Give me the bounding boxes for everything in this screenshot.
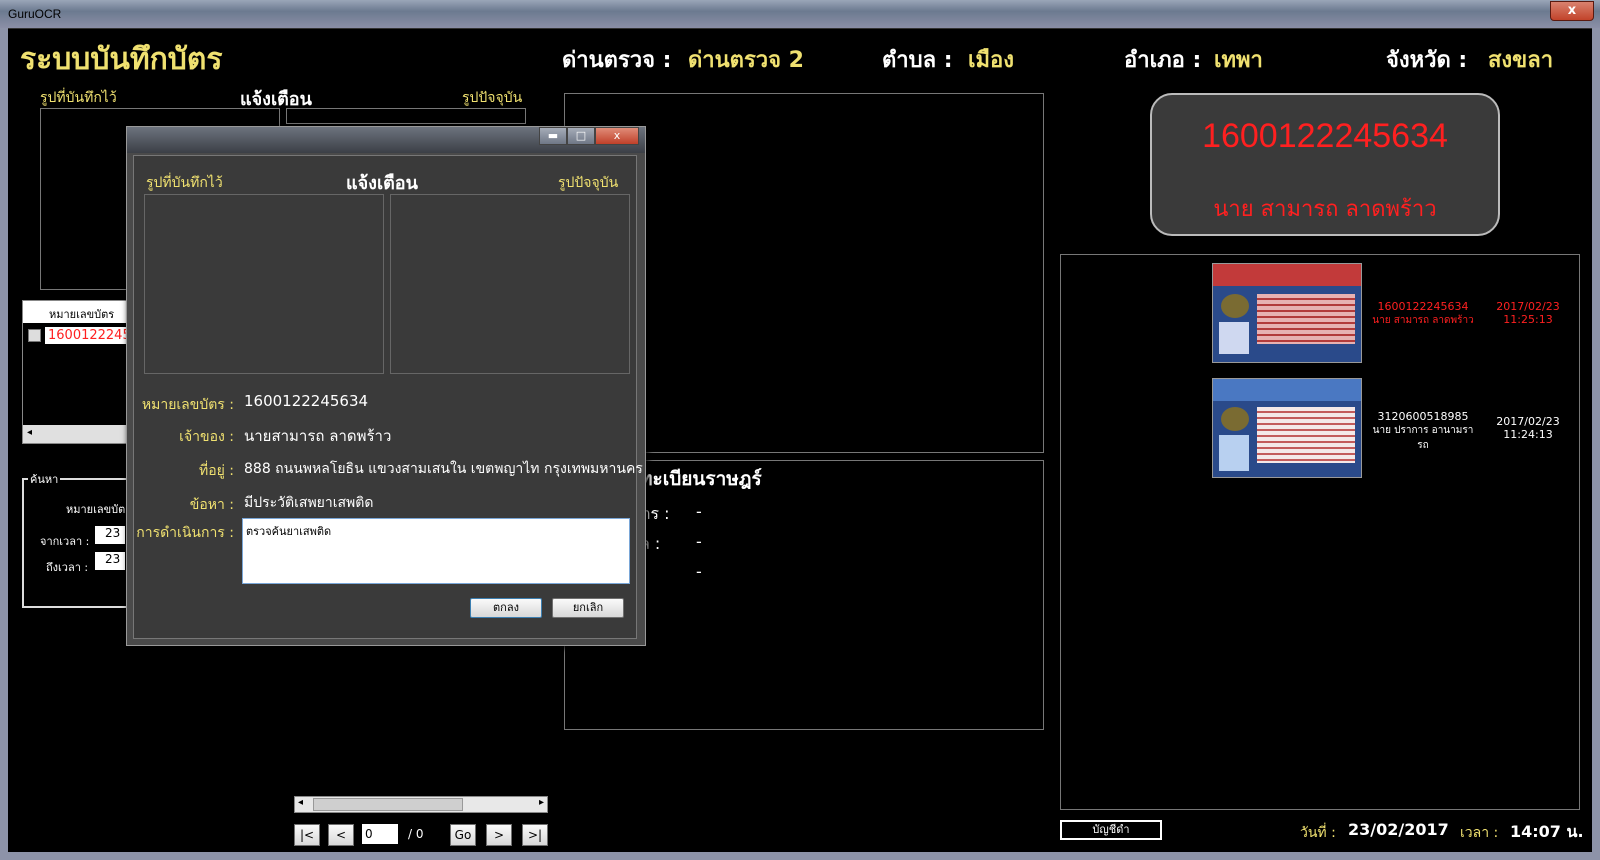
owner-value: นายสามารถ ลาดพร้าว: [244, 427, 392, 445]
page-total: / 0: [408, 827, 424, 841]
pager-hscrollbar[interactable]: ◂ ▸: [294, 796, 548, 813]
record-2-datetime: 2017/02/23 11:24:13: [1492, 415, 1564, 441]
card-no-label: หมายเลขบัตร :: [141, 397, 234, 413]
province-label: จังหวัด :: [1386, 48, 1468, 73]
address-value: 888 ถนนพหลโยธิน แขวงสามเสนใน เขตพญาไท กร…: [244, 461, 643, 477]
dialog-maximize-button[interactable]: □: [567, 127, 595, 145]
record-1-time: 11:25:13: [1503, 313, 1553, 326]
time-label: เวลา :: [1460, 825, 1499, 841]
dialog-title: แจ้งเตือน: [346, 173, 418, 194]
last-page-button[interactable]: >|: [522, 824, 548, 846]
prev-page-button[interactable]: <: [328, 824, 354, 846]
record-1-text: 1600122245634 นาย สามารถ ลาดพร้าว: [1358, 300, 1488, 328]
blacklist-button[interactable]: บัญชีดำ: [1060, 820, 1162, 840]
record-2-name-cont: รถ: [1417, 440, 1429, 451]
to-time-input[interactable]: 23: [95, 552, 125, 570]
window-title: GuruOCR: [8, 7, 62, 21]
dialog-titlebar: ▬ □ x: [127, 127, 645, 153]
dialog-minimize-button[interactable]: ▬: [539, 127, 567, 145]
search-group-label: ค้นหา: [28, 470, 61, 488]
scroll-right-icon[interactable]: ▸: [539, 797, 544, 808]
registry-title: ทะเบียนราษฎร์: [640, 468, 762, 490]
ok-button[interactable]: ตกลง: [470, 598, 542, 618]
date-label: วันที่ :: [1300, 825, 1336, 841]
record-2-name: นาย ปราการ อานามรา: [1372, 425, 1474, 436]
record-card-image[interactable]: [1212, 263, 1362, 363]
first-page-button[interactable]: |<: [294, 824, 320, 846]
scroll-left-icon[interactable]: ◂: [27, 427, 32, 438]
window-titlebar: GuruOCR x: [0, 0, 1600, 29]
scan-result-box: 1600122245634 นาย สามารถ ลาดพร้าว: [1150, 93, 1500, 236]
go-button[interactable]: Go: [450, 824, 476, 846]
dialog-current-photo: [390, 194, 630, 374]
card-no-value: 1600122245634: [244, 392, 369, 410]
window-close-button[interactable]: x: [1550, 1, 1594, 21]
subdistrict-value: เมือง: [968, 48, 1014, 73]
record-1-id: 1600122245634: [1377, 300, 1469, 313]
list-column-card-no[interactable]: หมายเลขบัตร: [49, 305, 114, 323]
to-time-label: ถึงเวลา :: [46, 561, 89, 574]
charge-value: มีประวัติเสพยาเสพติด: [244, 495, 374, 511]
row-checkbox[interactable]: [28, 329, 41, 342]
saved-photo-label: รูปที่บันทึกไว้: [40, 90, 117, 106]
checkpoint-label: ด่านตรวจ :: [562, 48, 672, 73]
registry-row3-value: -: [696, 562, 702, 581]
district-label: อำเภอ :: [1124, 48, 1202, 73]
from-time-label: จากเวลา :: [40, 535, 90, 548]
alert-dialog: ▬ □ x รูปที่บันทึกไว้ แจ้งเตือน รูปปัจจุ…: [126, 126, 646, 646]
next-page-button[interactable]: >: [486, 824, 512, 846]
scroll-left-icon[interactable]: ◂: [298, 797, 303, 808]
province-value: สงขลา: [1488, 48, 1554, 73]
current-photo-box: [286, 108, 526, 124]
address-label: ที่อยู่ :: [198, 463, 234, 479]
action-label: การดำเนินการ :: [136, 525, 234, 541]
date-value: 23/02/2017: [1348, 820, 1449, 839]
scan-name: นาย สามารถ ลาดพร้าว: [1213, 197, 1437, 222]
page-input[interactable]: 0: [362, 824, 398, 844]
dialog-current-photo-label: รูปปัจจุบัน: [558, 175, 619, 191]
dialog-close-button[interactable]: x: [595, 127, 639, 145]
list-hscrollbar[interactable]: ◂: [23, 425, 131, 443]
cancel-button[interactable]: ยกเลิก: [552, 598, 624, 618]
record-2-time: 11:24:13: [1503, 428, 1553, 441]
dialog-saved-photo: [144, 194, 384, 374]
app-title: ระบบบันทึกบัตร: [20, 42, 223, 77]
record-1-date: 2017/02/23: [1496, 300, 1560, 313]
card-list[interactable]: หมายเลขบัตร 16001222456 ◂: [22, 300, 139, 444]
record-1-name: นาย สามารถ ลาดพร้าว: [1372, 315, 1474, 326]
registry-row2-value: -: [696, 532, 702, 551]
current-photo-label: รูปปัจจุบัน: [462, 90, 523, 106]
action-textarea[interactable]: ตรวจค้นยาเสพติด: [242, 518, 630, 584]
record-2-date: 2017/02/23: [1496, 415, 1560, 428]
from-time-input[interactable]: 23: [95, 526, 125, 544]
record-card-image[interactable]: [1212, 378, 1362, 478]
record-2-text: 3120600518985 นาย ปราการ อานามรา รถ: [1358, 410, 1488, 453]
search-card-no-label: หมายเลขบัต: [66, 503, 126, 516]
dialog-body: รูปที่บันทึกไว้ แจ้งเตือน รูปปัจจุบัน หม…: [133, 155, 643, 639]
time-value: 14:07 น.: [1510, 822, 1584, 841]
scan-id: 1600122245634: [1202, 117, 1448, 155]
record-2-id: 3120600518985: [1377, 410, 1469, 423]
checkpoint-value: ด่านตรวจ 2: [688, 48, 804, 73]
district-value: เทพา: [1214, 48, 1263, 73]
owner-label: เจ้าของ :: [179, 429, 234, 445]
record-1-datetime: 2017/02/23 11:25:13: [1492, 300, 1564, 326]
charge-label: ข้อหา :: [189, 497, 234, 513]
dialog-saved-photo-label: รูปที่บันทึกไว้: [146, 175, 223, 191]
subdistrict-label: ตำบล :: [882, 48, 953, 73]
scroll-thumb[interactable]: [313, 798, 463, 811]
registry-row1-value: -: [696, 502, 702, 521]
